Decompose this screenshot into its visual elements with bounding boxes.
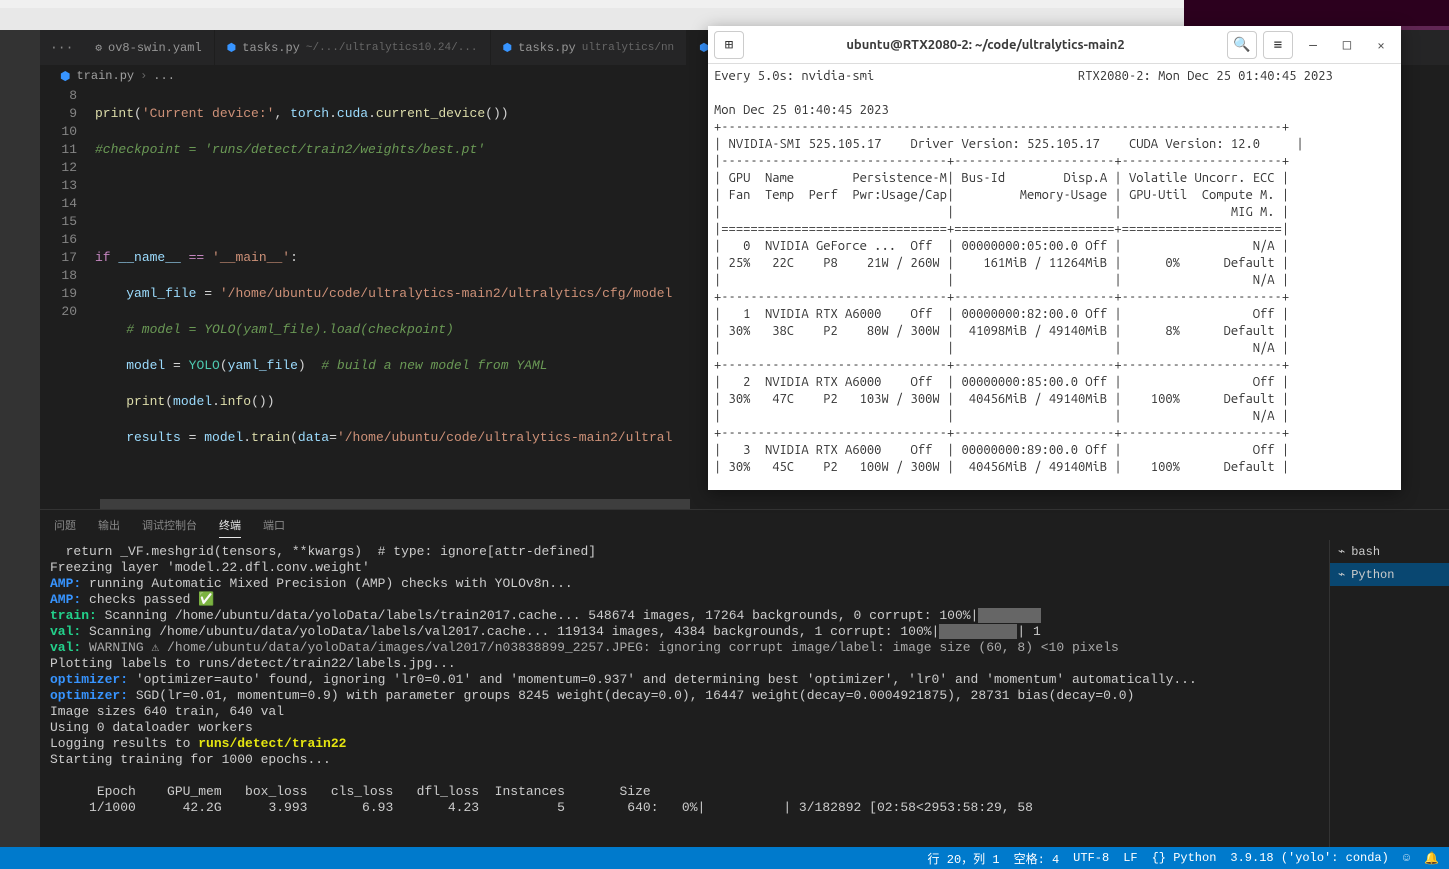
breadcrumb-file: train.py [76,69,134,83]
yaml-file-icon: ⚙ [95,41,102,55]
horizontal-scrollbar[interactable] [40,499,1449,509]
tab-yaml[interactable]: ⚙ ov8-swin.yaml [83,30,214,65]
tab-label: tasks.py [518,41,576,55]
breadcrumb-more: ... [153,69,175,83]
panel-tab-ports[interactable]: 端口 [263,513,285,537]
panel-tab-debug[interactable]: 调试控制台 [142,513,197,537]
hamburger-button[interactable]: ≡ [1263,31,1293,59]
python-file-icon: ⬢ [503,41,513,55]
status-python-version[interactable]: 3.9.18 ('yolo': conda) [1230,851,1388,865]
tab-tasks-1[interactable]: ⬢ tasks.py ~/.../ultralytics10.24/... [215,30,491,65]
terminal-output[interactable]: return _VF.meshgrid(tensors, **kwargs) #… [40,540,1329,869]
session-bash[interactable]: ⌁ bash [1330,540,1449,563]
terminal-sessions: ⌁ bash ⌁ Python [1329,540,1449,869]
panel-tab-terminal[interactable]: 终端 [219,513,241,538]
tab-label: tasks.py [242,41,300,55]
panel-tab-problems[interactable]: 问题 [54,513,76,537]
desktop-topbar [1184,0,1449,26]
close-icon[interactable]: × [1367,37,1395,53]
status-encoding[interactable]: UTF-8 [1073,851,1109,865]
new-tab-button[interactable]: ⊞ [714,31,744,59]
terminal-title: ubuntu@RTX2080-2: ~/code/ultralytics-mai… [750,38,1221,52]
status-line-col[interactable]: 行 20，列 1 [928,850,1000,867]
session-python[interactable]: ⌁ Python [1330,563,1449,586]
minimize-icon[interactable]: — [1299,37,1327,53]
tab-tasks-2[interactable]: ⬢ tasks.py ultralytics/nn [491,30,688,65]
terminal-body: return _VF.meshgrid(tensors, **kwargs) #… [40,540,1449,869]
terminal-icon: ⌁ [1338,544,1345,559]
tab-subtext: ultralytics/nn [582,42,674,54]
python-file-icon: ⬢ [227,41,237,55]
panel-tab-output[interactable]: 输出 [98,513,120,537]
session-label: Python [1351,568,1394,582]
status-bar[interactable]: 行 20，列 1 空格: 4 UTF-8 LF {} Python 3.9.18… [0,847,1449,869]
terminal-icon: ⌁ [1338,567,1345,582]
python-file-icon: ⬢ [60,69,70,84]
feedback-icon[interactable]: ☺ [1403,851,1410,865]
search-button[interactable]: 🔍 [1227,31,1257,59]
tab-subtext: ~/.../ultralytics10.24/... [306,42,478,54]
status-language[interactable]: {} Python [1152,851,1217,865]
terminal-content[interactable]: Every 5.0s: nvidia-smi RTX2080-2: Mon De… [708,64,1401,490]
terminal-titlebar[interactable]: ⊞ ubuntu@RTX2080-2: ~/code/ultralytics-m… [708,26,1401,64]
line-gutter: 89 1011 1213 1415 1617 1819 20 [40,87,95,499]
session-label: bash [1351,545,1380,559]
status-spaces[interactable]: 空格: 4 [1014,850,1060,867]
activity-bar[interactable] [0,30,40,869]
tabs-overflow-icon[interactable]: ··· [40,30,83,65]
chevron-right-icon: › [140,69,147,83]
panel-tabs: 问题 输出 调试控制台 终端 端口 [40,510,1449,540]
scrollbar-thumb[interactable] [100,499,690,509]
tab-label: ov8-swin.yaml [108,41,202,55]
status-eol[interactable]: LF [1123,851,1137,865]
bottom-panel: 问题 输出 调试控制台 终端 端口 return _VF.meshgrid(te… [40,509,1449,869]
gnome-terminal-window[interactable]: ⊞ ubuntu@RTX2080-2: ~/code/ultralytics-m… [708,26,1401,490]
maximize-icon[interactable]: □ [1333,36,1361,53]
notifications-icon[interactable]: 🔔 [1424,851,1439,866]
